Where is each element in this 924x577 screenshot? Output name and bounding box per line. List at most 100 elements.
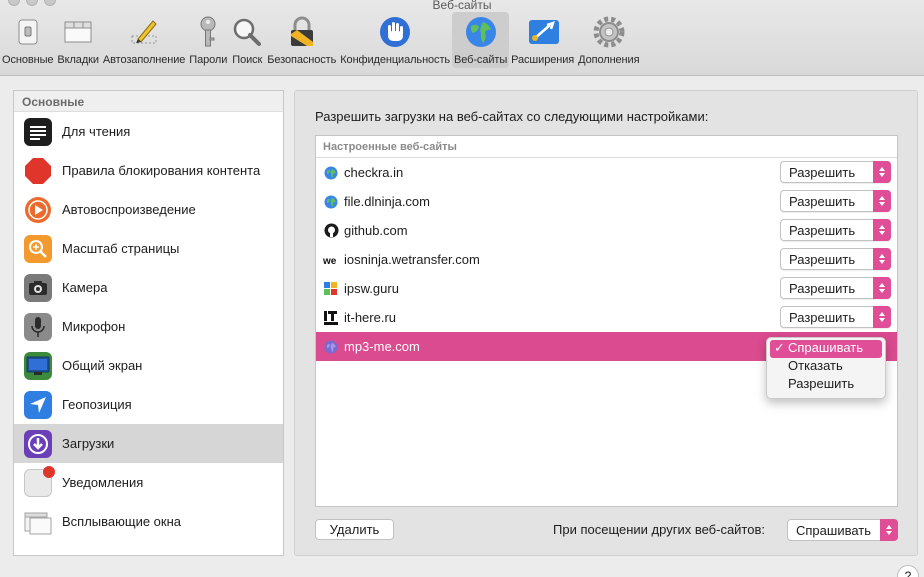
other-sites-select[interactable]: Спрашивать bbox=[787, 519, 898, 541]
menu-item-ask[interactable]: ✓ Спрашивать bbox=[770, 340, 882, 358]
globe-icon bbox=[323, 165, 339, 181]
toolbar-tab-tabs[interactable]: Вкладки bbox=[55, 12, 101, 68]
lock-icon bbox=[286, 16, 318, 48]
sidebar-item-label: Общий экран bbox=[62, 358, 143, 373]
menu-item-deny[interactable]: Отказать bbox=[767, 358, 885, 376]
gear-icon bbox=[593, 16, 625, 48]
configured-websites-table: Настроенные веб-сайты checkra.in Разреши… bbox=[315, 135, 898, 507]
pencil-icon bbox=[128, 16, 160, 48]
sidebar-item-camera[interactable]: Камера bbox=[14, 268, 283, 307]
table-row[interactable]: checkra.in Разрешить bbox=[316, 158, 897, 187]
site-name: it-here.ru bbox=[344, 310, 397, 325]
menu-item-label: Спрашивать bbox=[788, 340, 864, 355]
other-sites-label: При посещении других веб-сайтов: bbox=[553, 522, 765, 537]
tabs-icon bbox=[62, 16, 94, 48]
wetransfer-icon: we bbox=[323, 252, 339, 268]
other-sites-value: Спрашивать bbox=[796, 523, 872, 538]
location-icon bbox=[24, 390, 52, 419]
sidebar-item-page-zoom[interactable]: Масштаб страницы bbox=[14, 229, 283, 268]
switch-icon bbox=[12, 16, 44, 48]
toolbar-label: Автозаполнение bbox=[102, 54, 186, 66]
play-icon bbox=[24, 196, 52, 224]
site-setting-value: Разрешить bbox=[789, 252, 856, 267]
site-setting-select[interactable]: Разрешить bbox=[780, 190, 891, 212]
site-name: file.dlninja.com bbox=[344, 194, 430, 209]
svg-text:we: we bbox=[323, 256, 337, 265]
table-row[interactable]: github.com Разрешить bbox=[316, 216, 897, 245]
sidebar-item-label: Геопозиция bbox=[62, 397, 132, 412]
it-here-icon bbox=[323, 310, 339, 326]
site-setting-select[interactable]: Разрешить bbox=[780, 219, 891, 241]
sidebar-item-label: Для чтения bbox=[62, 124, 131, 139]
sidebar-item-label: Правила блокирования контента bbox=[62, 163, 261, 178]
toolbar: Веб-сайты Основные Вкладки Автозаполнени… bbox=[0, 0, 924, 76]
reader-icon bbox=[24, 117, 52, 146]
globe-icon bbox=[465, 16, 497, 48]
sidebar-item-label: Всплывающие окна bbox=[62, 514, 182, 529]
stop-sign-icon bbox=[24, 157, 52, 185]
site-setting-value: Разрешить bbox=[789, 165, 856, 180]
site-setting-dropdown-menu: ✓ Спрашивать Отказать Разрешить bbox=[766, 337, 886, 399]
sidebar-item-label: Автовоспроизведение bbox=[62, 202, 196, 217]
toolbar-tab-websites[interactable]: Веб-сайты bbox=[452, 12, 510, 68]
panel-title: Разрешить загрузки на веб-сайтах со след… bbox=[315, 109, 709, 124]
camera-icon bbox=[24, 273, 52, 302]
sidebar-item-location[interactable]: Геопозиция bbox=[14, 385, 283, 424]
chevron-updown-icon bbox=[873, 277, 891, 299]
sidebar-item-label: Загрузки bbox=[62, 436, 115, 451]
checkmark-icon: ✓ bbox=[774, 340, 785, 355]
toolbar-tab-security[interactable]: Безопасность bbox=[265, 12, 338, 68]
site-setting-select[interactable]: Разрешить bbox=[780, 306, 891, 328]
toolbar-label: Расширения bbox=[511, 54, 575, 66]
sidebar-item-downloads[interactable]: Загрузки bbox=[14, 424, 283, 463]
download-icon bbox=[24, 429, 52, 458]
toolbar-label: Поиск bbox=[232, 54, 263, 66]
toolbar-label: Веб-сайты bbox=[454, 54, 508, 66]
sidebar-item-label: Масштаб страницы bbox=[62, 241, 180, 256]
sidebar-item-screen-sharing[interactable]: Общий экран bbox=[14, 346, 283, 385]
toolbar-tab-autofill[interactable]: Автозаполнение bbox=[101, 12, 187, 68]
key-icon bbox=[192, 16, 224, 48]
table-row[interactable]: file.dlninja.com Разрешить bbox=[316, 187, 897, 216]
notifications-icon bbox=[24, 465, 55, 497]
search-icon bbox=[231, 16, 263, 48]
site-setting-value: Разрешить bbox=[789, 310, 856, 325]
toolbar-tab-privacy[interactable]: Конфиденциальность bbox=[338, 12, 452, 68]
sidebar-item-label: Микрофон bbox=[62, 319, 126, 334]
toolbar-tab-search[interactable]: Поиск bbox=[229, 12, 265, 68]
hand-icon bbox=[379, 16, 411, 48]
sidebar: Основные Для чтения Правила блокирования… bbox=[13, 90, 284, 556]
toolbar-label: Основные bbox=[2, 54, 54, 66]
site-name: iosninja.wetransfer.com bbox=[344, 252, 480, 267]
table-header: Настроенные веб-сайты bbox=[316, 136, 897, 158]
ipsw-icon bbox=[323, 281, 339, 297]
site-setting-select[interactable]: Разрешить bbox=[780, 161, 891, 183]
window-title: Веб-сайты bbox=[432, 0, 492, 12]
sidebar-item-popup-windows[interactable]: Всплывающие окна bbox=[14, 502, 283, 541]
toolbar-tab-extensions[interactable]: Расширения bbox=[509, 12, 576, 68]
table-row[interactable]: we iosninja.wetransfer.com Разрешить bbox=[316, 245, 897, 274]
site-setting-select[interactable]: Разрешить bbox=[780, 248, 891, 270]
globe-icon bbox=[323, 339, 339, 355]
site-name: github.com bbox=[344, 223, 408, 238]
site-setting-value: Разрешить bbox=[789, 194, 856, 209]
table-row[interactable]: it-here.ru Разрешить bbox=[316, 303, 897, 332]
chevron-updown-icon bbox=[873, 161, 891, 183]
toolbar-tab-advanced[interactable]: Дополнения bbox=[576, 12, 641, 68]
menu-item-allow[interactable]: Разрешить bbox=[767, 376, 885, 394]
sidebar-item-autoplay[interactable]: Автовоспроизведение bbox=[14, 190, 283, 229]
sidebar-item-reader[interactable]: Для чтения bbox=[14, 112, 283, 151]
sidebar-item-microphone[interactable]: Микрофон bbox=[14, 307, 283, 346]
site-setting-select[interactable]: Разрешить bbox=[780, 277, 891, 299]
sidebar-item-label: Камера bbox=[62, 280, 108, 295]
help-button[interactable]: ? bbox=[897, 565, 919, 577]
sidebar-item-notifications[interactable]: Уведомления bbox=[14, 463, 283, 502]
chevron-updown-icon bbox=[880, 519, 898, 541]
delete-button[interactable]: Удалить bbox=[315, 519, 394, 540]
sidebar-item-content-blockers[interactable]: Правила блокирования контента bbox=[14, 151, 283, 190]
toolbar-tab-general[interactable]: Основные bbox=[0, 12, 55, 68]
chevron-updown-icon bbox=[873, 219, 891, 241]
chevron-updown-icon bbox=[873, 306, 891, 328]
toolbar-tab-passwords[interactable]: Пароли bbox=[187, 12, 229, 68]
table-row[interactable]: ipsw.guru Разрешить bbox=[316, 274, 897, 303]
